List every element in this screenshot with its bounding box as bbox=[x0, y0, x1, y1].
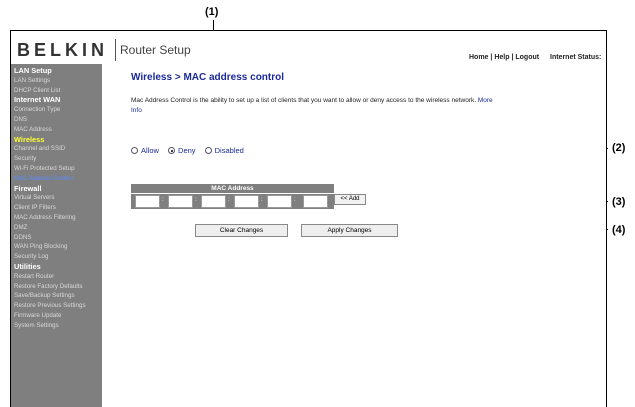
disabled-radio-label: Disabled bbox=[214, 146, 244, 155]
allow-radio[interactable]: Allow bbox=[131, 146, 159, 155]
sidebar-item-wireless[interactable]: Wireless bbox=[11, 135, 102, 145]
sidebar-item-client-ip-filters[interactable]: Client IP Filters bbox=[11, 203, 102, 213]
octet-separator: : bbox=[294, 197, 296, 203]
help-link[interactable]: Help bbox=[494, 54, 509, 61]
mode-radio-group: Allow Deny Disabled bbox=[131, 146, 251, 156]
sidebar-item-channel-and-ssid[interactable]: Channel and SSID bbox=[11, 144, 102, 154]
allow-radio-label: Allow bbox=[141, 146, 159, 155]
mac-octet-1[interactable] bbox=[135, 195, 160, 208]
app-title: Router Setup bbox=[120, 43, 191, 57]
sidebar-item-mac-address[interactable]: MAC Address bbox=[11, 125, 102, 135]
sidebar-item-restore-previous-settings[interactable]: Restore Previous Settings bbox=[11, 301, 102, 311]
link-separator: | bbox=[490, 54, 493, 61]
apply-changes-button[interactable]: Apply Changes bbox=[301, 224, 398, 237]
logout-link[interactable]: Logout bbox=[515, 54, 539, 61]
octet-separator: : bbox=[261, 197, 263, 203]
callout-4: (4) bbox=[612, 224, 626, 236]
disabled-radio-circle[interactable] bbox=[204, 147, 212, 154]
description: Mac Address Control is the ability to se… bbox=[131, 96, 501, 116]
sidebar-item-wi-fi-protected-setup[interactable]: Wi-Fi Protected Setup bbox=[11, 164, 102, 174]
mac-octet-6[interactable] bbox=[303, 195, 328, 208]
page-title: Wireless > MAC address control bbox=[131, 72, 285, 83]
sidebar-item-virtual-servers[interactable]: Virtual Servers bbox=[11, 193, 102, 203]
callout-2: (2) bbox=[612, 142, 626, 154]
sidebar-item-mac-address-control[interactable]: MAC Address Control bbox=[11, 174, 102, 184]
mac-octet-3[interactable] bbox=[201, 195, 226, 208]
internet-status: Internet Status: bbox=[550, 54, 602, 61]
sidebar-item-wan-ping-blocking[interactable]: WAN Ping Blocking bbox=[11, 242, 102, 252]
sidebar-item-dhcp-client-list[interactable]: DHCP Client List bbox=[11, 86, 102, 96]
sidebar-item-dmz[interactable]: DMZ bbox=[11, 223, 102, 233]
sidebar-item-save-backup-settings[interactable]: Save/Backup Settings bbox=[11, 291, 102, 301]
mac-octet-5[interactable] bbox=[267, 195, 292, 208]
sidebar-item-internet-wan[interactable]: Internet WAN bbox=[11, 95, 102, 105]
sidebar-item-connection-type[interactable]: Connection Type bbox=[11, 105, 102, 115]
octet-separator: : bbox=[162, 197, 164, 203]
mac-input-row: : : : : : bbox=[131, 194, 334, 209]
logo-divider bbox=[115, 39, 116, 61]
link-separator: | bbox=[511, 54, 514, 61]
callout-3: (3) bbox=[612, 196, 626, 208]
sidebar-item-lan-settings[interactable]: LAN Settings bbox=[11, 76, 102, 86]
mac-octet-4[interactable] bbox=[234, 195, 259, 208]
description-text: Mac Address Control is the ability to se… bbox=[131, 97, 477, 104]
router-window: BELKIN Router Setup Home | Help | Logout… bbox=[10, 30, 607, 407]
top-links: Home | Help | Logout bbox=[469, 54, 539, 61]
deny-radio-label: Deny bbox=[178, 146, 196, 155]
allow-radio-circle[interactable] bbox=[131, 147, 138, 154]
sidebar-item-ddns[interactable]: DDNS bbox=[11, 233, 102, 243]
sidebar-item-system-settings[interactable]: System Settings bbox=[11, 321, 102, 331]
belkin-logo: BELKIN bbox=[17, 40, 108, 60]
clear-changes-button[interactable]: Clear Changes bbox=[195, 224, 288, 237]
sidebar-item-security[interactable]: Security bbox=[11, 154, 102, 164]
sidebar-item-dns[interactable]: DNS bbox=[11, 115, 102, 125]
deny-radio[interactable]: Deny bbox=[168, 146, 196, 155]
octet-separator: : bbox=[195, 197, 197, 203]
sidebar-item-mac-address-filtering[interactable]: MAC Address Filtering bbox=[11, 213, 102, 223]
home-link[interactable]: Home bbox=[469, 54, 488, 61]
sidebar-item-lan-setup[interactable]: LAN Setup bbox=[11, 66, 102, 76]
mac-table-header: MAC Address bbox=[131, 184, 334, 193]
header: BELKIN Router Setup Home | Help | Logout… bbox=[11, 31, 606, 64]
add-button[interactable]: << Add bbox=[334, 194, 366, 205]
sidebar-item-restart-router[interactable]: Restart Router bbox=[11, 272, 102, 282]
sidebar-item-security-log[interactable]: Security Log bbox=[11, 252, 102, 262]
sidebar-item-utilities[interactable]: Utilities bbox=[11, 262, 102, 272]
disabled-radio[interactable]: Disabled bbox=[204, 146, 244, 155]
main-content: Wireless > MAC address control Mac Addre… bbox=[102, 64, 606, 407]
sidebar-item-restore-factory-defaults[interactable]: Restore Factory Defaults bbox=[11, 282, 102, 292]
mac-octet-2[interactable] bbox=[168, 195, 193, 208]
sidebar-item-firewall[interactable]: Firewall bbox=[11, 184, 102, 194]
octet-separator: : bbox=[228, 197, 230, 203]
deny-radio-circle[interactable] bbox=[168, 147, 176, 154]
sidebar-item-firmware-update[interactable]: Firmware Update bbox=[11, 311, 102, 321]
callout-1: (1) bbox=[205, 6, 219, 18]
mac-address-table: MAC Address : : : : : bbox=[131, 184, 334, 209]
sidebar: LAN Setup LAN Settings DHCP Client List Int… bbox=[11, 64, 102, 407]
